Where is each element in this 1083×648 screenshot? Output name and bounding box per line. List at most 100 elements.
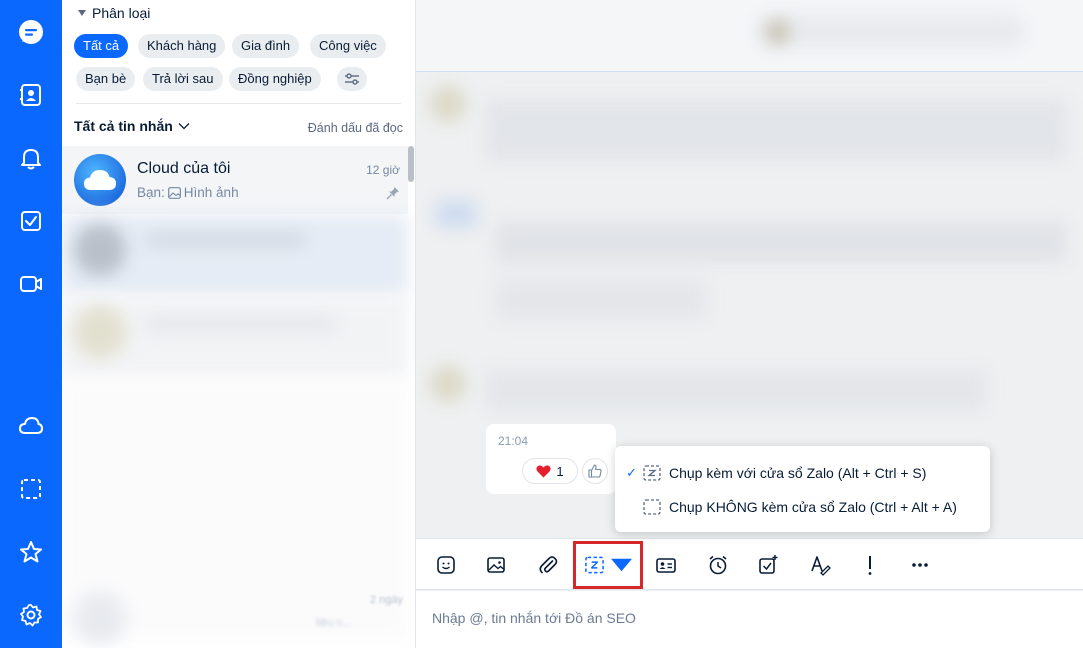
blurred-message [436,200,476,228]
reminder-icon [709,555,727,575]
chat-icon [19,20,43,44]
menu-item-capture-with-window[interactable]: ✓ Chụp kèm với cửa sổ Zalo (Alt + Ctrl +… [615,455,990,491]
reminder-button[interactable] [704,551,732,579]
conversation-time: 12 giờ [366,163,400,177]
nav-notifications-button[interactable] [9,136,53,180]
chevron-down-icon [178,123,190,130]
blurred-header-pill [756,14,1026,48]
send-image-button[interactable] [482,551,510,579]
text-format-icon [811,556,831,576]
blurred-avatar [74,224,126,276]
chip-friends[interactable]: Bạn bè [76,67,136,91]
bell-icon [21,149,41,170]
menu-item-capture-without-window[interactable]: Chụp KHÔNG kèm cửa sổ Zalo (Ctrl + Alt +… [615,489,990,525]
more-options-button[interactable] [906,551,934,579]
blurred-sender-avatar [430,366,466,402]
caret-down-icon [611,558,632,572]
video-icon [20,276,42,292]
blurred-message [486,100,1066,160]
category-settings-button[interactable] [337,67,367,91]
task-icon [759,555,778,574]
text-format-button[interactable] [806,551,834,579]
assign-task-button[interactable] [754,551,782,579]
conversation-name: Cloud của tôi [137,160,231,177]
image-icon [167,186,181,199]
star-icon [20,541,42,563]
screenshot-capture-button[interactable] [584,551,632,579]
conversation-preview: Bạn: Hình ảnh [137,185,239,200]
urgent-icon [868,556,872,575]
list-scrollbar[interactable] [408,146,414,182]
thumbs-up-icon [588,464,602,478]
capture-options-menu: ✓ Chụp kèm với cửa sổ Zalo (Alt + Ctrl +… [615,446,990,532]
nav-todo-button[interactable] [9,199,53,243]
settings-icon [20,604,42,627]
nav-messages-button[interactable] [9,10,53,54]
chip-reply-later[interactable]: Trả lời sau [143,67,223,91]
blurred-avatar [74,306,126,358]
avatar [74,154,126,206]
nav-settings-button[interactable] [9,593,53,637]
blurred-message [496,280,706,320]
sticker-button[interactable] [432,551,460,579]
nav-screenshot-button[interactable] [9,467,53,511]
image-icon [487,557,505,573]
chip-customers[interactable]: Khách hàng [138,34,226,58]
blurred-conversation-time: 2 ngày [369,594,403,606]
contacts-icon [20,84,41,106]
blurred-header-avatar [766,20,790,44]
chip-work[interactable]: Công việc [310,34,386,58]
nav-contacts-button[interactable] [9,73,53,117]
chat-panel: 21:04 1 [416,0,1083,648]
screenshot-icon [21,479,41,499]
message-composer [416,591,1083,648]
chip-all[interactable]: Tất cả [74,34,129,58]
nav-starred-button[interactable] [9,530,53,574]
mark-urgent-button[interactable] [856,551,884,579]
message-input[interactable] [432,610,1052,626]
menu-item-label: Chụp kèm với cửa sổ Zalo (Alt + Ctrl + S… [669,465,927,481]
conversation-item[interactable]: Cloud của tôi Bạn: Hình ảnh 12 giờ [62,146,408,214]
like-button[interactable] [582,458,608,484]
cloud-icon [84,170,116,190]
preview-prefix: Bạn: [137,185,165,200]
sticker-icon [437,556,455,574]
more-icon [912,563,928,567]
blurred-conversation-preview: liệu n... [316,617,352,629]
blurred-text [146,234,306,246]
screenshot-capture-icon [643,465,661,481]
contact-card-icon [656,558,676,573]
send-contact-card-button[interactable] [652,551,680,579]
nav-rail [0,0,62,648]
blurred-message [486,370,986,410]
preview-text: Hình ảnh [183,185,239,200]
screenshot-capture-icon [585,556,604,574]
chat-header [416,0,1083,72]
nav-cloud-button[interactable] [9,404,53,448]
blurred-avatar [74,592,126,644]
attach-file-button[interactable] [534,551,562,579]
menu-item-label: Chụp KHÔNG kèm cửa sổ Zalo (Ctrl + Alt +… [669,499,957,515]
sliders-icon [345,73,359,85]
reaction-badge[interactable]: 1 [522,458,578,484]
divider [76,103,401,104]
screenshot-icon [643,499,661,515]
blurred-text [146,318,336,330]
chip-colleagues[interactable]: Đồng nghiệp [229,67,321,91]
cloud-icon [19,417,43,434]
blurred-message [496,222,1066,262]
message-filter-dropdown[interactable]: Tất cả tin nhắn [74,118,190,134]
collapse-triangle-icon [78,10,86,16]
category-heading-label: Phân loại [92,5,151,21]
category-heading[interactable]: Phân loại [78,5,150,21]
conversation-list-panel: Phân loại Tất cả Khách hàng Gia đình Côn… [62,0,416,648]
blurred-sender-avatar [430,86,466,122]
heart-icon [536,465,552,477]
chip-family[interactable]: Gia đình [232,34,300,58]
todo-icon [21,211,41,231]
reaction-count: 1 [556,463,564,479]
nav-video-call-button[interactable] [9,262,53,306]
message-time: 21:04 [498,434,529,448]
mark-all-read-link[interactable]: Đánh dấu đã đọc [308,121,403,135]
check-icon: ✓ [626,465,637,480]
